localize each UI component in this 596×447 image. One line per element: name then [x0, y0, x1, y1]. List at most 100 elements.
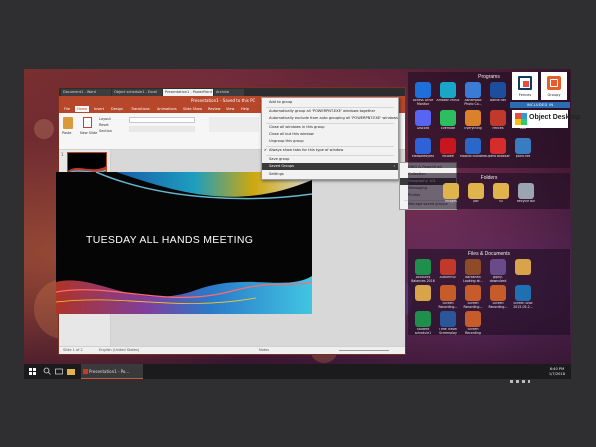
font-family-select[interactable]: [129, 117, 195, 123]
folder-icon[interactable]: [468, 183, 484, 199]
reset-button[interactable]: Reset: [99, 123, 109, 127]
program-icon[interactable]: [490, 138, 506, 154]
program-label: Opera Browser: [486, 155, 510, 158]
tab-word[interactable]: Document1 - Word: [61, 89, 111, 96]
program-label: Fences: [492, 127, 504, 130]
file-icon[interactable]: [440, 259, 456, 275]
program-label: Evernote: [440, 127, 456, 130]
menu-saved-groups[interactable]: Saved Groups ›: [262, 163, 398, 170]
file-label: Barbarian Looking at...: [463, 276, 483, 283]
menu-settings[interactable]: Settings: [262, 171, 398, 178]
groupy-logo-label: Groupy: [547, 93, 561, 97]
status-language: English (United States): [99, 348, 140, 352]
program-label: MozillaThunderbird: [460, 155, 486, 158]
file-explorer-icon[interactable]: [66, 364, 76, 379]
zoom-slider[interactable]: [339, 350, 389, 351]
tab-excel[interactable]: Object schedule1 - Excel: [112, 89, 162, 96]
file-label: Student schedule1: [414, 328, 432, 335]
included-in-banner: INCLUDED IN: [510, 102, 570, 108]
program-icon[interactable]: [415, 82, 431, 98]
tab-archive[interactable]: Archive: [214, 89, 244, 96]
menu-add-to-group[interactable]: Add to group: [262, 99, 398, 106]
program-label: Everything: [464, 127, 482, 130]
file-icon[interactable]: [465, 311, 481, 327]
program-icon[interactable]: [465, 110, 481, 126]
folder-icon[interactable]: [518, 183, 534, 199]
program-icon[interactable]: [415, 138, 431, 154]
menu-help[interactable]: Help: [239, 106, 251, 112]
section-button[interactable]: Section: [99, 129, 112, 133]
file-icon[interactable]: [465, 259, 481, 275]
program-icon[interactable]: [515, 138, 531, 154]
file-label: Screen Recording...: [438, 302, 458, 309]
file-icon[interactable]: [440, 311, 456, 327]
folder-icon[interactable]: [493, 183, 509, 199]
folder-label: Recycle Bin: [516, 200, 536, 203]
file-icon[interactable]: [515, 285, 531, 301]
menu-always-show-tabs[interactable]: ✔ Always show tabs for this type of wind…: [262, 147, 398, 154]
file-icon[interactable]: [415, 311, 431, 327]
file-icon[interactable]: [415, 259, 431, 275]
font-format-row[interactable]: [129, 126, 195, 132]
start-button[interactable]: [27, 364, 39, 379]
groupy-logo-icon: [547, 76, 561, 90]
program-icon[interactable]: [490, 110, 506, 126]
menu-auto-exclude[interactable]: Automatically exclude from auto grouping…: [262, 115, 398, 122]
object-desktop-cube-icon: [515, 113, 527, 125]
menu-save-group[interactable]: Save group: [262, 156, 398, 163]
program-icon[interactable]: [415, 110, 431, 126]
program-icon[interactable]: [465, 82, 481, 98]
program-icon[interactable]: [440, 138, 456, 154]
new-slide-icon[interactable]: [83, 117, 92, 128]
file-icon[interactable]: [490, 285, 506, 301]
fences-logo-accent: [523, 81, 529, 87]
paste-icon[interactable]: [63, 117, 73, 129]
status-slide-count: Slide 1 of 2: [63, 348, 83, 352]
program-icon[interactable]: [465, 138, 481, 154]
taskbar-powerpoint[interactable]: Presentation1 - Po...: [81, 364, 143, 379]
new-slide-label: New Slide: [80, 131, 98, 135]
menu-animations[interactable]: Animations: [155, 106, 179, 112]
menu-insert[interactable]: Insert: [92, 106, 106, 112]
file-icon[interactable]: [465, 285, 481, 301]
search-icon[interactable]: [42, 364, 52, 379]
menu-file[interactable]: File: [62, 106, 72, 112]
taskbar-clock[interactable]: 6:40 PM 1/7/2018: [549, 367, 565, 376]
file-label: Screen Recording...: [463, 302, 483, 309]
program-icon[interactable]: [490, 82, 506, 98]
folders-fence[interactable]: Folders Images pdf tu Recycle Bin: [408, 173, 570, 209]
file-label: Time Travel Screenplay: [438, 328, 458, 335]
menu-ungroup[interactable]: Ungroup this group: [262, 138, 398, 145]
layout-button[interactable]: Layout: [99, 117, 111, 121]
task-view-icon[interactable]: [54, 364, 64, 379]
current-slide[interactable]: TUESDAY ALL HANDS MEETING: [56, 172, 312, 314]
menu-transitions[interactable]: Transitions: [129, 106, 152, 112]
system-tray[interactable]: [509, 369, 531, 383]
menu-design[interactable]: Design: [109, 106, 125, 112]
fences-logo-icon: [518, 76, 532, 90]
file-icon[interactable]: [415, 285, 431, 301]
tab-powerpoint[interactable]: Presentation1 - PowerPoint: [163, 89, 213, 96]
menu-close-group[interactable]: Close all windows in this group: [262, 124, 398, 131]
menu-slideshow[interactable]: Slide Show: [181, 106, 204, 112]
checkmark-icon: ✔: [264, 148, 268, 152]
folder-icon[interactable]: [443, 183, 459, 199]
file-icon[interactable]: [515, 259, 531, 275]
menu-auto-group[interactable]: Automatically group all 'POWERPNT.EXE' w…: [262, 108, 398, 115]
paragraph-group[interactable]: [209, 117, 259, 132]
file-icon[interactable]: [440, 285, 456, 301]
taskbar: Presentation1 - Po... 6:40 PM 1/7/2018: [24, 364, 571, 383]
program-icon[interactable]: [440, 110, 456, 126]
menu-saved-groups-label: Saved Groups: [269, 164, 295, 168]
status-notes-button[interactable]: Notes: [259, 348, 269, 352]
menu-view[interactable]: View: [224, 106, 236, 112]
program-icon[interactable]: [440, 82, 456, 98]
slide-title[interactable]: TUESDAY ALL HANDS MEETING: [86, 234, 253, 246]
fences-logo-label: Fences: [518, 93, 532, 97]
folder-label: pdf: [473, 200, 479, 203]
files-fence[interactable]: Files & Documents Accounts Balances 2016…: [408, 249, 570, 335]
file-icon[interactable]: [490, 259, 506, 275]
menu-home[interactable]: Home: [75, 106, 90, 112]
menu-close-all-but[interactable]: Close all but this window: [262, 131, 398, 138]
menu-review[interactable]: Review: [206, 106, 223, 112]
